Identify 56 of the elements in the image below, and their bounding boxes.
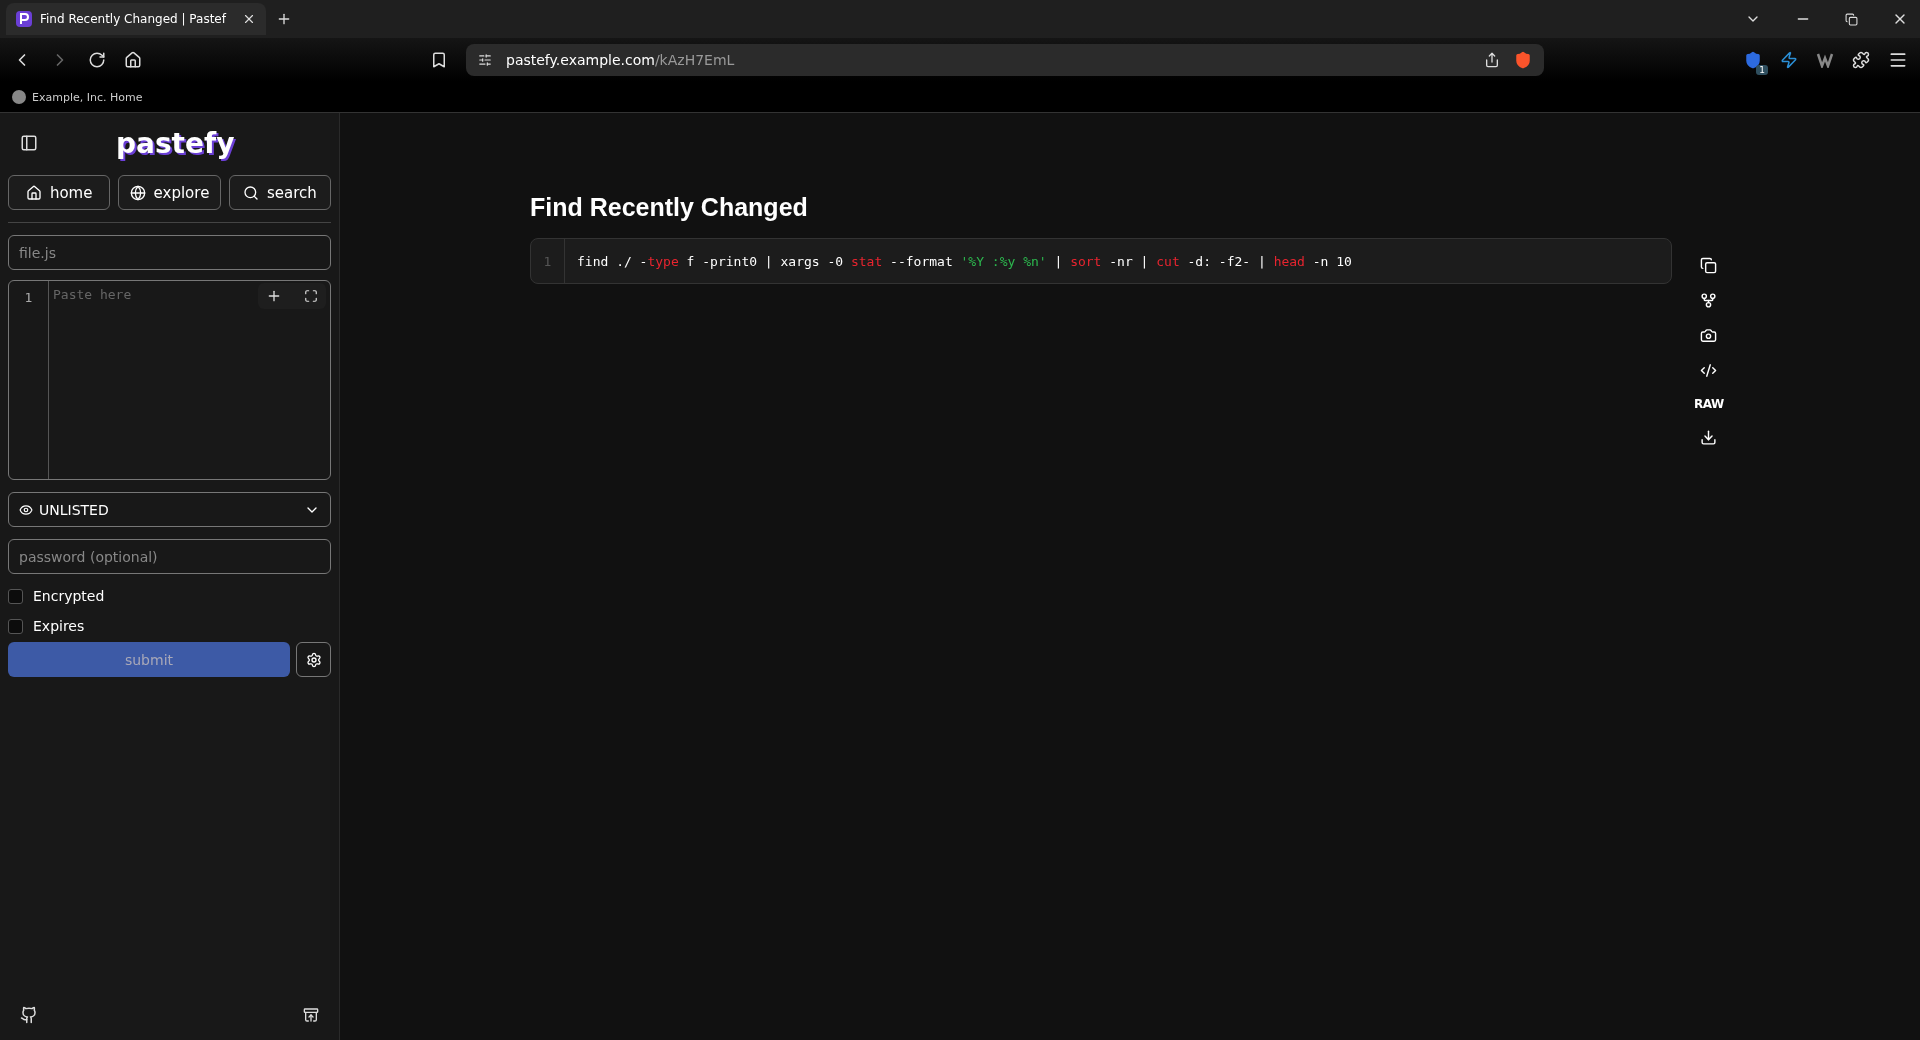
home-icon[interactable] — [124, 51, 142, 69]
tray-icon[interactable] — [303, 1006, 319, 1024]
code-input[interactable]: Paste here — [49, 281, 330, 479]
checkbox[interactable] — [8, 588, 23, 604]
raw-button[interactable]: RAW — [1694, 397, 1724, 411]
code-line: find ./ -type f -print0 | xargs -0 stat --format '%Y :%y %n' | sort -nr | cut -d: -f2- | head -n 10 — [576, 253, 1352, 269]
github-icon[interactable] — [20, 1006, 38, 1024]
share-icon[interactable] — [1484, 52, 1500, 68]
sidebar-toggle-icon[interactable] — [20, 134, 38, 152]
url-text: pastefy.example.com/kAzH7EmL — [506, 52, 736, 68]
line-number: 1 — [24, 290, 33, 305]
plus-icon[interactable] — [266, 288, 282, 304]
settings-icon — [305, 651, 322, 668]
bookmark-link[interactable]: Example, Inc. Home — [32, 90, 143, 104]
plus-icon[interactable] — [276, 11, 292, 27]
browser-tab[interactable]: Find Recently Changed | Pastef — [6, 3, 266, 35]
password-field[interactable]: password (optional) — [8, 539, 331, 574]
settings-button[interactable] — [296, 642, 331, 677]
site-icon — [12, 90, 26, 104]
shield-icon[interactable] — [1514, 51, 1532, 69]
code-editor[interactable]: 1 Paste here — [8, 280, 331, 480]
nav-button[interactable]: home — [8, 175, 111, 210]
home-icon — [25, 184, 42, 201]
copy-icon[interactable] — [1700, 257, 1718, 274]
bolt-icon[interactable] — [1780, 51, 1798, 69]
extension-badge: 1 — [1756, 65, 1768, 75]
checkbox-label: Expires — [33, 618, 85, 634]
puzzle-icon[interactable] — [1852, 51, 1870, 69]
fullscreen-icon[interactable] — [304, 288, 318, 304]
search-icon — [242, 184, 259, 201]
reload-icon[interactable] — [88, 51, 106, 69]
globe-icon — [129, 184, 146, 201]
nav-button[interactable]: search — [228, 175, 331, 210]
close-icon[interactable] — [242, 12, 256, 26]
tab-favicon — [16, 11, 32, 27]
filename-field[interactable]: file.js — [8, 235, 331, 270]
address-bar[interactable]: pastefy.example.com/kAzH7EmL — [466, 44, 1544, 76]
restore-icon[interactable] — [1845, 12, 1858, 26]
bookmark-icon[interactable] — [430, 51, 448, 69]
download-icon[interactable] — [1700, 429, 1718, 446]
visibility-select[interactable]: UNLISTED — [8, 492, 331, 527]
fork-icon[interactable] — [1700, 292, 1718, 309]
checkbox[interactable] — [8, 618, 23, 634]
nav-button[interactable]: explore — [118, 175, 221, 210]
extension-icon[interactable] — [1744, 51, 1762, 69]
logo: pastefy — [116, 126, 235, 160]
menu-icon[interactable] — [1888, 50, 1908, 70]
eye-icon — [19, 502, 33, 517]
line-number: 1 — [543, 253, 552, 269]
sliders-icon[interactable] — [478, 53, 492, 67]
camera-icon[interactable] — [1700, 327, 1718, 344]
extension-w-icon[interactable] — [1816, 52, 1834, 68]
paste-title: Find Recently Changed — [530, 193, 809, 222]
tab-title: Find Recently Changed | Pastef — [40, 12, 228, 26]
checkbox-label: Encrypted — [33, 588, 105, 604]
code-icon[interactable] — [1700, 362, 1718, 379]
